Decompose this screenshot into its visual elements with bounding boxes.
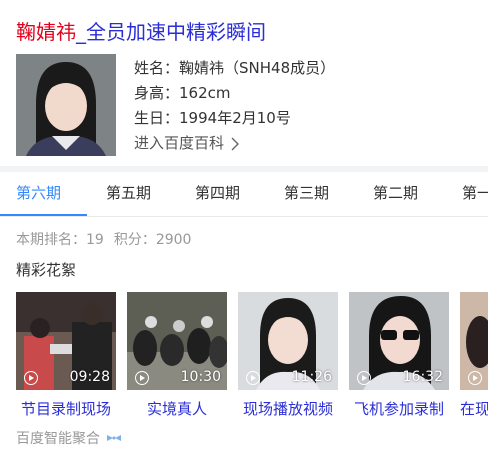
name-row: 姓名：鞠婧祎（SNH48成员） bbox=[134, 59, 336, 77]
video-duration: 10:30 bbox=[180, 369, 221, 385]
video-caption: 现场播放视频 bbox=[242, 400, 333, 418]
profile-card: 姓名：鞠婧祎（SNH48成员） 身高：162cm 生日：1994年2月10号 进… bbox=[16, 54, 488, 158]
play-icon bbox=[24, 371, 38, 385]
video-duration: 11:26 bbox=[291, 369, 332, 385]
play-icon bbox=[135, 371, 149, 385]
active-tab-indicator bbox=[0, 214, 87, 216]
video-thumbnail bbox=[460, 292, 488, 390]
tab-episode-3[interactable]: 第三期 bbox=[284, 172, 329, 215]
tab-episode-6[interactable]: 第六期 bbox=[16, 172, 61, 215]
birthday-row: 生日：1994年2月10号 bbox=[134, 109, 291, 127]
video-card[interactable]: 在现场 bbox=[460, 292, 488, 419]
video-thumbnail: 09:28 bbox=[16, 292, 116, 390]
video-card[interactable]: 09:28 节目录制现场 bbox=[16, 292, 116, 419]
video-caption: 在现场 bbox=[460, 400, 488, 418]
title-highlight: 鞠婧祎 bbox=[16, 20, 76, 44]
result-title-link[interactable]: 鞠婧祎_全员加速中精彩瞬间 bbox=[16, 18, 266, 46]
tab-episode-4[interactable]: 第四期 bbox=[195, 172, 240, 215]
play-icon bbox=[357, 371, 371, 385]
profile-photo[interactable] bbox=[16, 54, 116, 156]
play-icon bbox=[246, 371, 260, 385]
video-thumbnail: 16:32 bbox=[349, 292, 449, 390]
video-card[interactable]: 11:26 现场播放视频 bbox=[238, 292, 338, 419]
section-title: 精彩花絮 bbox=[16, 261, 77, 279]
footer-attribution: 百度智能聚合 bbox=[16, 428, 122, 448]
chevron-right-icon bbox=[231, 137, 240, 150]
video-thumbnail: 11:26 bbox=[238, 292, 338, 390]
episode-stats: 本期排名：19 积分：2900 bbox=[16, 232, 192, 248]
title-rest: _全员加速中精彩瞬间 bbox=[76, 20, 266, 44]
video-caption: 实境真人 bbox=[146, 400, 207, 418]
baike-link[interactable]: 进入百度百科 bbox=[134, 131, 240, 156]
video-caption: 飞机参加录制 bbox=[353, 400, 444, 418]
tab-episode-2[interactable]: 第二期 bbox=[373, 172, 418, 215]
video-duration: 09:28 bbox=[69, 369, 110, 385]
video-duration: 16:32 bbox=[402, 369, 443, 385]
tab-episode-1[interactable]: 第一期 bbox=[462, 172, 488, 215]
ribbon-icon bbox=[107, 435, 121, 441]
video-card[interactable]: 16:32 飞机参加录制 bbox=[349, 292, 449, 419]
episode-tabs: 第六期 第五期 第四期 第三期 第二期 第一期 bbox=[0, 172, 488, 217]
video-carousel: 09:28 节目录制现场 10:30 实境真人 11:26 现场播放视频 16:… bbox=[16, 292, 488, 422]
tab-episode-5[interactable]: 第五期 bbox=[106, 172, 151, 215]
height-row: 身高：162cm bbox=[134, 84, 231, 102]
video-thumbnail: 10:30 bbox=[127, 292, 227, 390]
video-card[interactable]: 10:30 实境真人 bbox=[127, 292, 227, 419]
video-caption: 节目录制现场 bbox=[20, 400, 111, 418]
play-icon bbox=[468, 371, 482, 385]
